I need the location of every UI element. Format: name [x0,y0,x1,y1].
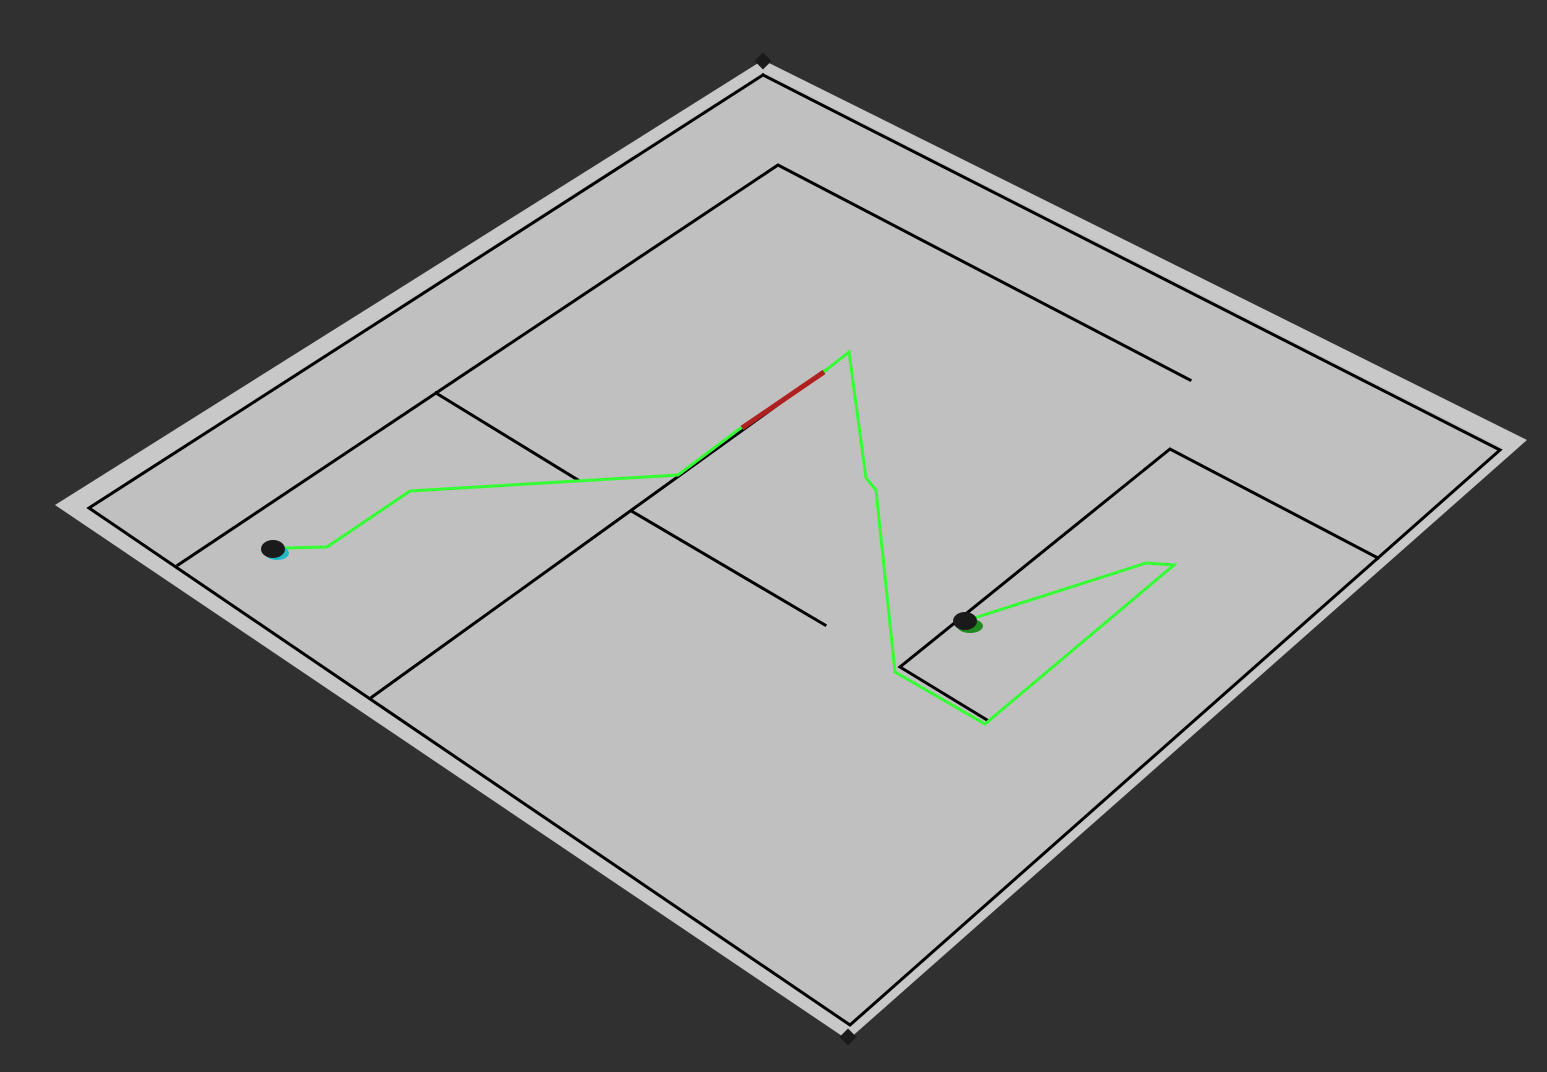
floor-inner-surface [87,72,1503,1027]
robot-start-body [261,540,285,558]
3d-viewport[interactable] [0,0,1547,1072]
robot-goal-body [953,612,977,630]
scene-canvas[interactable] [0,0,1547,1072]
